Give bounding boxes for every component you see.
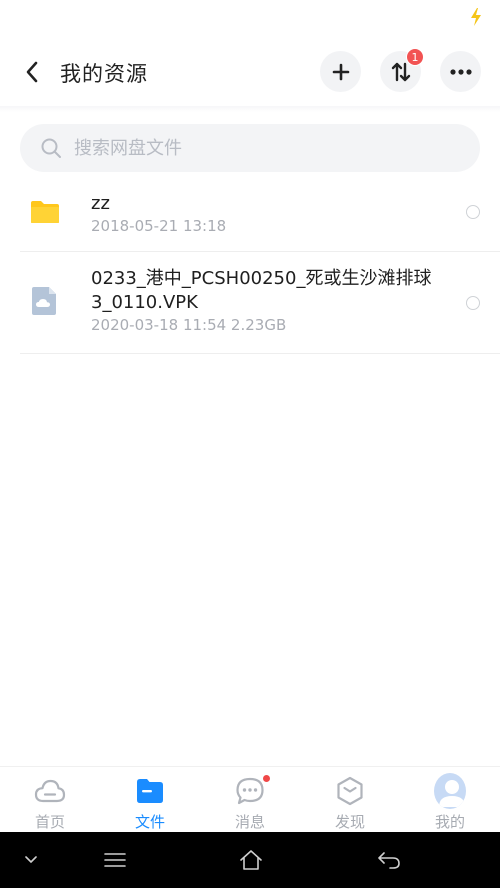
avatar-icon	[434, 773, 466, 809]
select-radio[interactable]	[466, 296, 480, 310]
tab-messages[interactable]: 消息	[200, 767, 300, 833]
nav-home-button[interactable]	[238, 846, 264, 874]
nav-back-button[interactable]	[376, 846, 402, 874]
nav-menu-button[interactable]	[103, 846, 127, 874]
header-divider	[0, 106, 500, 112]
tab-label: 我的	[434, 813, 465, 831]
folder-icon	[31, 201, 59, 223]
status-bar	[0, 0, 500, 34]
file-list: zz 2018-05-21 13:18 0233_港中_PCSH00250_死或…	[20, 172, 500, 354]
file-row[interactable]: zz 2018-05-21 13:18	[20, 172, 500, 252]
home-icon	[240, 850, 262, 870]
plus-icon	[332, 63, 349, 80]
discover-box-icon	[337, 776, 363, 806]
tab-label: 文件	[134, 813, 165, 831]
file-row[interactable]: 0233_港中_PCSH00250_死或生沙滩排球3_0110.VPK 2020…	[20, 252, 500, 354]
search-input[interactable]	[74, 137, 454, 159]
search-icon	[41, 138, 61, 158]
cloud-home-icon	[34, 779, 66, 803]
tab-label: 消息	[234, 813, 265, 831]
nav-hide-button[interactable]	[22, 846, 40, 874]
cloud-file-icon	[32, 287, 56, 315]
transfer-list-button[interactable]: 1	[380, 48, 424, 92]
tab-label: 发现	[334, 813, 365, 831]
charging-bolt-icon	[471, 8, 481, 26]
tab-files[interactable]: 文件	[100, 767, 200, 833]
tab-label: 首页	[34, 813, 65, 831]
file-meta: 2018-05-21 13:18	[91, 217, 227, 235]
add-button[interactable]	[320, 51, 361, 92]
file-name: 0233_港中_PCSH00250_死或生沙滩排球3_0110.VPK	[91, 268, 432, 313]
back-arrow-icon	[378, 852, 400, 869]
page-title: 我的资源	[60, 62, 148, 86]
tab-profile[interactable]: 我的	[400, 767, 500, 833]
more-button[interactable]	[440, 51, 481, 92]
select-radio[interactable]	[466, 205, 480, 219]
back-button[interactable]	[16, 56, 48, 88]
menu-lines-icon	[104, 853, 126, 867]
tab-home[interactable]: 首页	[0, 767, 100, 833]
folder-icon	[137, 779, 163, 803]
bottom-tab-bar: 首页 文件 消息 发现 我的	[0, 766, 500, 832]
unread-dot	[263, 775, 270, 782]
file-meta: 2020-03-18 11:54 2.23GB	[91, 316, 287, 334]
transfer-badge: 1	[406, 48, 424, 66]
file-name: zz	[91, 193, 110, 214]
search-box[interactable]	[20, 124, 480, 172]
more-dots-icon	[449, 68, 472, 75]
chat-bubble-icon	[236, 777, 264, 805]
chevron-left-icon	[26, 61, 38, 83]
header: 我的资源 1	[0, 42, 500, 102]
system-nav-bar	[0, 832, 500, 888]
chevron-down-icon	[25, 856, 37, 864]
tab-discover[interactable]: 发现	[300, 767, 400, 833]
